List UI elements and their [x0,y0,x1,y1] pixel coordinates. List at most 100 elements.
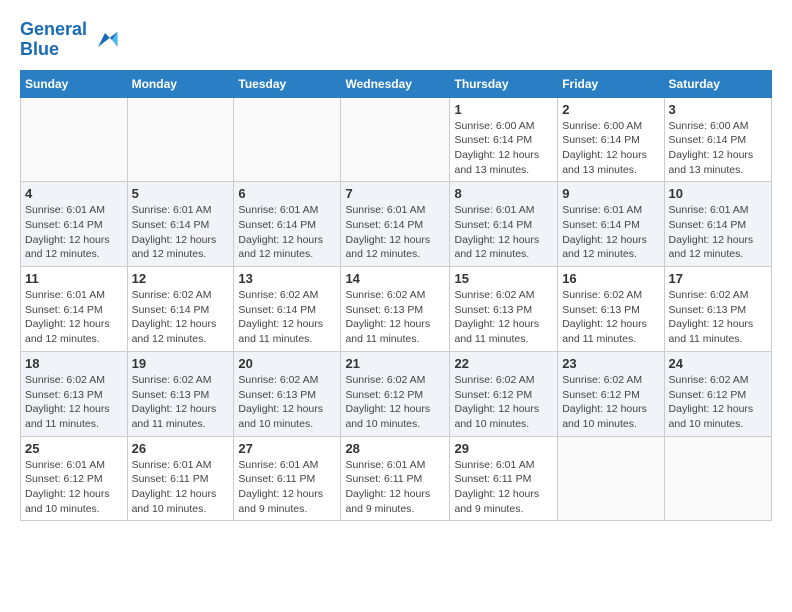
logo: General Blue [20,20,119,60]
day-info: Sunrise: 6:01 AM Sunset: 6:14 PM Dayligh… [345,203,445,262]
weekday-row: SundayMondayTuesdayWednesdayThursdayFrid… [21,70,772,97]
calendar-cell: 29 Sunrise: 6:01 AM Sunset: 6:11 PM Dayli… [450,436,558,521]
day-number: 22 [454,356,553,371]
calendar-cell [21,97,128,182]
day-info: Sunrise: 6:01 AM Sunset: 6:14 PM Dayligh… [25,288,123,347]
calendar-cell: 17 Sunrise: 6:02 AM Sunset: 6:13 PM Dayli… [664,267,771,352]
day-info: Sunrise: 6:01 AM Sunset: 6:14 PM Dayligh… [238,203,336,262]
calendar-header: SundayMondayTuesdayWednesdayThursdayFrid… [21,70,772,97]
calendar-cell: 11 Sunrise: 6:01 AM Sunset: 6:14 PM Dayli… [21,267,128,352]
calendar-cell [341,97,450,182]
day-info: Sunrise: 6:02 AM Sunset: 6:13 PM Dayligh… [669,288,767,347]
day-info: Sunrise: 6:02 AM Sunset: 6:13 PM Dayligh… [345,288,445,347]
day-info: Sunrise: 6:01 AM Sunset: 6:11 PM Dayligh… [345,458,445,517]
day-info: Sunrise: 6:01 AM Sunset: 6:11 PM Dayligh… [132,458,230,517]
day-info: Sunrise: 6:02 AM Sunset: 6:12 PM Dayligh… [345,373,445,432]
day-number: 18 [25,356,123,371]
logo-general: General [20,19,87,39]
calendar-cell: 28 Sunrise: 6:01 AM Sunset: 6:11 PM Dayli… [341,436,450,521]
calendar-week-row: 18 Sunrise: 6:02 AM Sunset: 6:13 PM Dayli… [21,351,772,436]
day-info: Sunrise: 6:01 AM Sunset: 6:14 PM Dayligh… [669,203,767,262]
calendar-cell: 23 Sunrise: 6:02 AM Sunset: 6:12 PM Dayli… [558,351,664,436]
calendar-week-row: 1Sunrise: 6:00 AM Sunset: 6:14 PM Daylig… [21,97,772,182]
day-number: 29 [454,441,553,456]
calendar-week-row: 25 Sunrise: 6:01 AM Sunset: 6:12 PM Dayli… [21,436,772,521]
calendar-cell: 6 Sunrise: 6:01 AM Sunset: 6:14 PM Daylig… [234,182,341,267]
day-info: Sunrise: 6:00 AM Sunset: 6:14 PM Dayligh… [454,119,553,178]
calendar-cell: 25 Sunrise: 6:01 AM Sunset: 6:12 PM Dayli… [21,436,128,521]
weekday-header: Wednesday [341,70,450,97]
day-number: 28 [345,441,445,456]
day-number: 7 [345,186,445,201]
calendar-cell: 14 Sunrise: 6:02 AM Sunset: 6:13 PM Dayli… [341,267,450,352]
calendar-week-row: 11 Sunrise: 6:01 AM Sunset: 6:14 PM Dayli… [21,267,772,352]
day-number: 27 [238,441,336,456]
calendar-cell: 2 Sunrise: 6:00 AM Sunset: 6:14 PM Daylig… [558,97,664,182]
calendar-cell: 12Sunrise: 6:02 AM Sunset: 6:14 PM Dayli… [127,267,234,352]
day-info: Sunrise: 6:01 AM Sunset: 6:14 PM Dayligh… [132,203,230,262]
calendar-cell: 24 Sunrise: 6:02 AM Sunset: 6:12 PM Dayli… [664,351,771,436]
calendar-cell [127,97,234,182]
day-info: Sunrise: 6:02 AM Sunset: 6:12 PM Dayligh… [562,373,659,432]
day-number: 23 [562,356,659,371]
day-number: 12 [132,271,230,286]
weekday-header: Friday [558,70,664,97]
calendar-cell: 18 Sunrise: 6:02 AM Sunset: 6:13 PM Dayli… [21,351,128,436]
day-info: Sunrise: 6:00 AM Sunset: 6:14 PM Dayligh… [562,119,659,178]
day-info: Sunrise: 6:01 AM Sunset: 6:14 PM Dayligh… [454,203,553,262]
day-info: Sunrise: 6:02 AM Sunset: 6:13 PM Dayligh… [25,373,123,432]
day-number: 15 [454,271,553,286]
day-number: 13 [238,271,336,286]
calendar-cell: 8Sunrise: 6:01 AM Sunset: 6:14 PM Daylig… [450,182,558,267]
day-info: Sunrise: 6:01 AM Sunset: 6:14 PM Dayligh… [25,203,123,262]
day-info: Sunrise: 6:01 AM Sunset: 6:12 PM Dayligh… [25,458,123,517]
calendar-table: SundayMondayTuesdayWednesdayThursdayFrid… [20,70,772,522]
day-info: Sunrise: 6:00 AM Sunset: 6:14 PM Dayligh… [669,119,767,178]
weekday-header: Monday [127,70,234,97]
day-number: 6 [238,186,336,201]
logo-blue: Blue [20,39,59,59]
day-number: 2 [562,102,659,117]
day-number: 20 [238,356,336,371]
calendar-cell: 20Sunrise: 6:02 AM Sunset: 6:13 PM Dayli… [234,351,341,436]
weekday-header: Saturday [664,70,771,97]
day-number: 10 [669,186,767,201]
weekday-header: Thursday [450,70,558,97]
calendar-cell: 19Sunrise: 6:02 AM Sunset: 6:13 PM Dayli… [127,351,234,436]
day-info: Sunrise: 6:02 AM Sunset: 6:12 PM Dayligh… [669,373,767,432]
calendar-cell: 4 Sunrise: 6:01 AM Sunset: 6:14 PM Daylig… [21,182,128,267]
day-number: 16 [562,271,659,286]
calendar-cell: 5 Sunrise: 6:01 AM Sunset: 6:14 PM Daylig… [127,182,234,267]
day-number: 14 [345,271,445,286]
day-number: 24 [669,356,767,371]
calendar-cell [234,97,341,182]
day-number: 21 [345,356,445,371]
day-number: 25 [25,441,123,456]
day-info: Sunrise: 6:02 AM Sunset: 6:12 PM Dayligh… [454,373,553,432]
day-info: Sunrise: 6:02 AM Sunset: 6:13 PM Dayligh… [454,288,553,347]
calendar-cell: 26Sunrise: 6:01 AM Sunset: 6:11 PM Dayli… [127,436,234,521]
calendar-cell: 10 Sunrise: 6:01 AM Sunset: 6:14 PM Dayli… [664,182,771,267]
calendar-week-row: 4 Sunrise: 6:01 AM Sunset: 6:14 PM Daylig… [21,182,772,267]
day-number: 19 [132,356,230,371]
calendar-cell: 7 Sunrise: 6:01 AM Sunset: 6:14 PM Daylig… [341,182,450,267]
calendar-cell [664,436,771,521]
calendar-cell: 21 Sunrise: 6:02 AM Sunset: 6:12 PM Dayli… [341,351,450,436]
day-info: Sunrise: 6:02 AM Sunset: 6:14 PM Dayligh… [238,288,336,347]
day-number: 5 [132,186,230,201]
day-info: Sunrise: 6:01 AM Sunset: 6:11 PM Dayligh… [454,458,553,517]
logo-icon [91,26,119,54]
calendar-cell: 15 Sunrise: 6:02 AM Sunset: 6:13 PM Dayli… [450,267,558,352]
day-number: 17 [669,271,767,286]
calendar-cell: 27Sunrise: 6:01 AM Sunset: 6:11 PM Dayli… [234,436,341,521]
page-header: General Blue [20,20,772,60]
day-number: 11 [25,271,123,286]
calendar-cell: 3Sunrise: 6:00 AM Sunset: 6:14 PM Daylig… [664,97,771,182]
logo-text: General Blue [20,20,87,60]
day-number: 4 [25,186,123,201]
calendar-cell: 9Sunrise: 6:01 AM Sunset: 6:14 PM Daylig… [558,182,664,267]
day-info: Sunrise: 6:02 AM Sunset: 6:13 PM Dayligh… [562,288,659,347]
day-number: 9 [562,186,659,201]
calendar-body: 1Sunrise: 6:00 AM Sunset: 6:14 PM Daylig… [21,97,772,521]
calendar-cell: 13 Sunrise: 6:02 AM Sunset: 6:14 PM Dayli… [234,267,341,352]
